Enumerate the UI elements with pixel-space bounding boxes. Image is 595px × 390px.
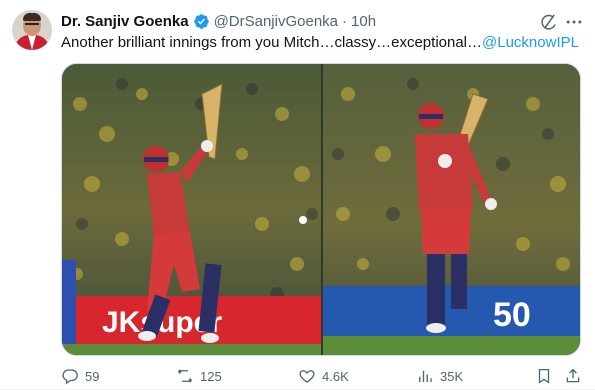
media-grid[interactable]: JKsuper: [61, 63, 581, 356]
tweet-header: Dr. Sanjiv Goenka @DrSanjivGoenka · 10h: [61, 11, 376, 31]
avatar[interactable]: [12, 10, 52, 50]
retweet-icon: [177, 369, 193, 383]
bookmark-icon: [538, 368, 550, 384]
share-button[interactable]: [564, 366, 582, 386]
verified-icon: [193, 13, 209, 29]
mention-link[interactable]: @LucknowIPL: [482, 34, 579, 51]
like-button[interactable]: 4.6K: [298, 366, 349, 386]
right-banner-text: 50: [493, 296, 531, 334]
author-handle[interactable]: @DrSanjivGoenka: [214, 13, 338, 30]
views-icon: [419, 370, 432, 382]
photo-right[interactable]: 50: [323, 64, 580, 355]
like-count: 4.6K: [322, 368, 349, 384]
views-count: 35K: [440, 368, 464, 384]
action-bar: 59 125 4.6K 35K: [61, 366, 585, 386]
retweet-button[interactable]: 125: [176, 366, 222, 386]
more-icon[interactable]: [564, 12, 584, 32]
author-name[interactable]: Dr. Sanjiv Goenka: [61, 13, 189, 30]
reply-icon: [62, 369, 78, 385]
retweet-count: 125: [200, 368, 222, 384]
views-button[interactable]: 35K: [416, 366, 463, 386]
timestamp[interactable]: 10h: [351, 13, 376, 30]
tweet[interactable]: Dr. Sanjiv Goenka @DrSanjivGoenka · 10h …: [0, 0, 595, 390]
grok-icon[interactable]: [538, 12, 558, 32]
bookmark-button[interactable]: [535, 366, 553, 386]
tweet-body: Another brilliant innings from you Mitch…: [61, 34, 483, 51]
like-icon: [299, 370, 315, 383]
reply-count: 59: [85, 368, 100, 384]
separator-dot: ·: [342, 12, 348, 30]
share-icon: [566, 368, 580, 383]
tweet-text: Another brilliant innings from you Mitch…: [61, 33, 579, 53]
reply-button[interactable]: 59: [61, 366, 99, 386]
photo-left[interactable]: JKsuper: [62, 64, 321, 355]
